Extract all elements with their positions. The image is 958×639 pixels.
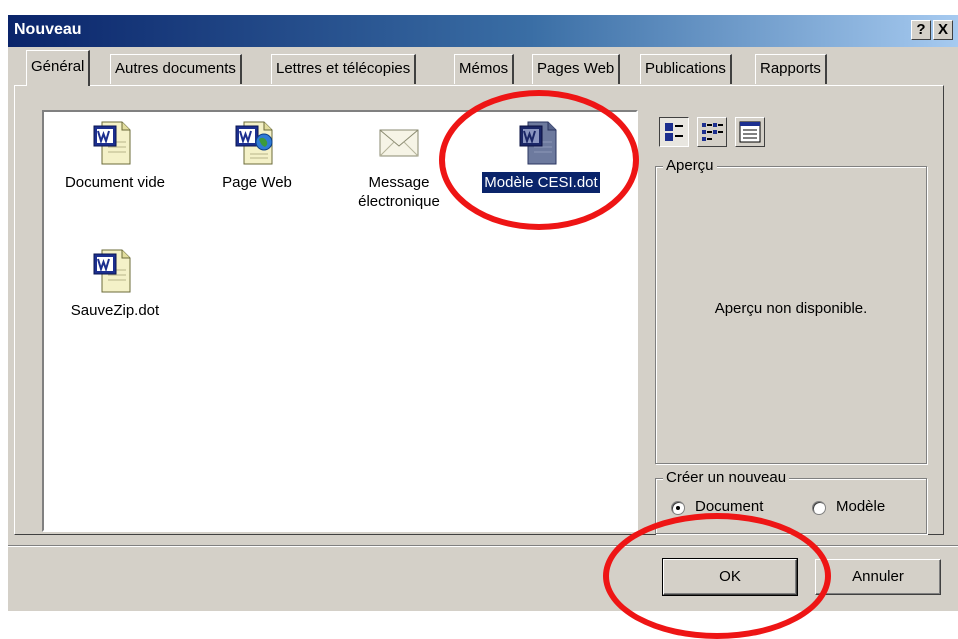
help-button[interactable]: ? [911, 20, 931, 40]
large-icons-view-icon [665, 123, 683, 141]
template-item-document-vide[interactable]: Document vide [50, 120, 180, 193]
word-document-icon [93, 121, 131, 165]
radio-modele-label[interactable]: Modèle [836, 498, 885, 515]
radio-document[interactable] [671, 501, 685, 515]
list-view-icon [702, 123, 723, 141]
preview-legend: Aperçu [663, 157, 717, 174]
label-line: Message [368, 174, 430, 191]
label-line: électronique [358, 193, 440, 210]
envelope-icon [379, 129, 419, 157]
tab-general[interactable]: Général [26, 50, 91, 86]
ok-button[interactable]: OK [662, 558, 798, 596]
tab-memos[interactable]: Mémos [454, 54, 515, 84]
list-view-button[interactable] [697, 117, 727, 147]
tab-label: Général [31, 58, 85, 75]
tab-web-pages[interactable]: Pages Web [532, 54, 621, 84]
template-list[interactable]: Document vide Page Web Message électroniq… [42, 110, 638, 532]
template-item-email[interactable]: Message électronique [334, 120, 464, 212]
tab-label: Mémos [459, 60, 509, 77]
title-bar[interactable]: Nouveau ? X [8, 15, 958, 47]
tab-label: Rapports [760, 60, 821, 77]
word-template-icon [519, 121, 557, 165]
details-view-icon [739, 121, 761, 143]
template-label: SauveZip.dot [70, 302, 160, 319]
cancel-button[interactable]: Annuler [815, 559, 941, 595]
template-item-sauvezip[interactable]: SauveZip.dot [50, 248, 180, 321]
template-label: Page Web [222, 174, 292, 191]
tab-label: Publications [645, 60, 726, 77]
tab-label: Autres documents [115, 60, 236, 77]
template-label: Document vide [64, 174, 166, 191]
details-view-button[interactable] [735, 117, 765, 147]
close-button[interactable]: X [933, 20, 953, 40]
large-icons-view-button[interactable] [659, 117, 689, 147]
template-item-modele-cesi[interactable]: Modèle CESI.dot [476, 120, 606, 193]
window-title: Nouveau [14, 21, 82, 38]
tab-other-documents[interactable]: Autres documents [110, 54, 242, 84]
create-new-legend: Créer un nouveau [663, 469, 790, 486]
tab-publications[interactable]: Publications [640, 54, 732, 84]
radio-document-label[interactable]: Document [695, 498, 763, 515]
tab-reports[interactable]: Rapports [755, 54, 827, 84]
template-item-page-web[interactable]: Page Web [192, 120, 322, 193]
button-separator [8, 545, 958, 547]
preview-message: Aperçu non disponible. [714, 300, 868, 317]
radio-modele[interactable] [812, 501, 826, 515]
word-document-icon [93, 249, 131, 293]
tab-label: Lettres et télécopies [276, 60, 411, 77]
template-label: Modèle CESI.dot [482, 172, 600, 193]
template-label: Message électronique [356, 172, 442, 212]
tab-letters-faxes[interactable]: Lettres et télécopies [271, 54, 417, 84]
tab-label: Pages Web [537, 60, 615, 77]
word-web-page-icon [235, 121, 273, 165]
